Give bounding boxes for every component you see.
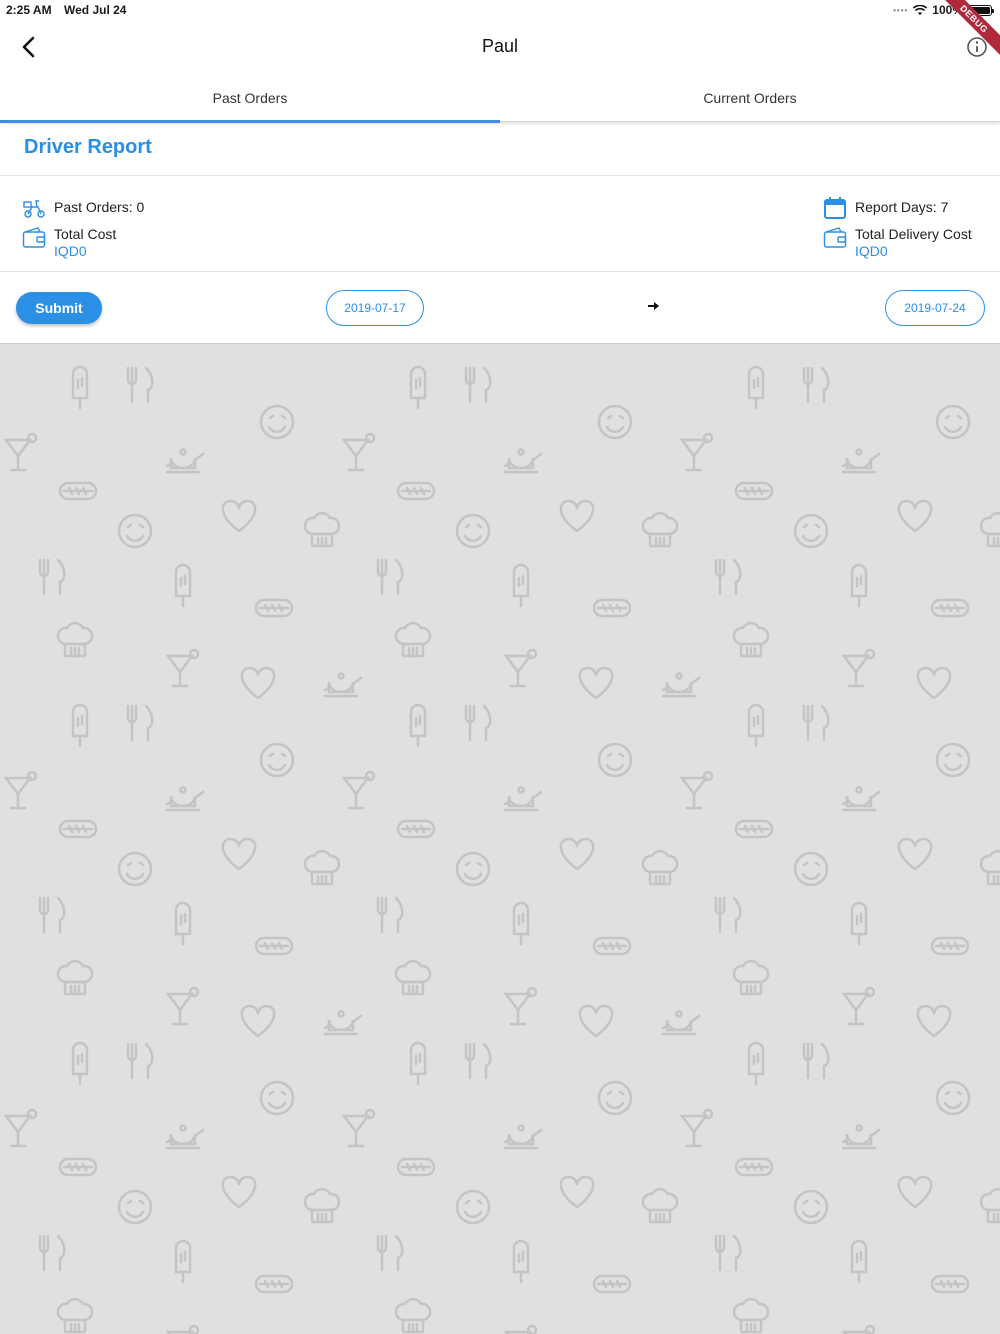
calendar-icon	[824, 197, 846, 219]
submit-button[interactable]: Submit	[16, 292, 102, 324]
report-header: Driver Report	[0, 122, 1000, 176]
from-date-button[interactable]: 2019-07-17	[326, 290, 424, 326]
wallet-icon	[22, 227, 46, 248]
food-pattern-background	[0, 344, 1000, 1334]
past-orders-stat: Past Orders: 0	[22, 196, 144, 220]
date-controls: Submit 2019-07-17 2019-07-24	[0, 272, 1000, 344]
pattern-row-2	[6, 705, 1000, 1036]
page-title: Paul	[481, 36, 519, 56]
to-date-button[interactable]: 2019-07-24	[885, 290, 985, 326]
total-delivery-block: Total Delivery Cost IQD0	[855, 226, 972, 259]
signal-dots-icon: ••••	[893, 5, 909, 15]
status-date: Wed Jul 24	[64, 3, 127, 17]
app-bar: Paul	[0, 20, 1000, 74]
arrow-right-icon	[648, 302, 659, 310]
wifi-icon	[913, 4, 928, 15]
tab-past-orders[interactable]: Past Orders	[0, 74, 500, 123]
total-delivery-stat: Total Delivery Cost IQD0	[823, 226, 972, 259]
total-cost-label: Total Cost	[54, 226, 117, 242]
report-days-text: Report Days: 7	[855, 199, 949, 215]
status-time: 2:25 AM	[6, 3, 52, 17]
tab-current-orders[interactable]: Current Orders	[500, 74, 1000, 122]
report-stats: Past Orders: 0 Total Cost IQD0 Report Da…	[0, 176, 1000, 272]
wallet-icon	[823, 227, 847, 248]
past-orders-text: Past Orders: 0	[54, 199, 145, 215]
total-cost-stat: Total Cost IQD0	[22, 226, 116, 259]
info-circle-icon[interactable]	[966, 36, 988, 58]
food-pattern	[0, 344, 1000, 1334]
tab-bar: Past Orders Current Orders	[0, 74, 1000, 123]
status-bar: 2:25 AM Wed Jul 24 •••• 100% DEBUG	[0, 0, 1000, 60]
total-delivery-label: Total Delivery Cost	[855, 226, 972, 242]
scooter-icon	[23, 200, 45, 218]
total-delivery-value: IQD0	[855, 243, 888, 259]
report-days-stat: Report Days: 7	[823, 196, 948, 220]
report-heading: Driver Report	[24, 136, 152, 158]
total-cost-block: Total Cost IQD0	[54, 226, 116, 259]
pattern-row-1	[6, 367, 1000, 698]
pattern-row-3	[6, 1043, 1000, 1334]
total-cost-value: IQD0	[54, 243, 87, 259]
